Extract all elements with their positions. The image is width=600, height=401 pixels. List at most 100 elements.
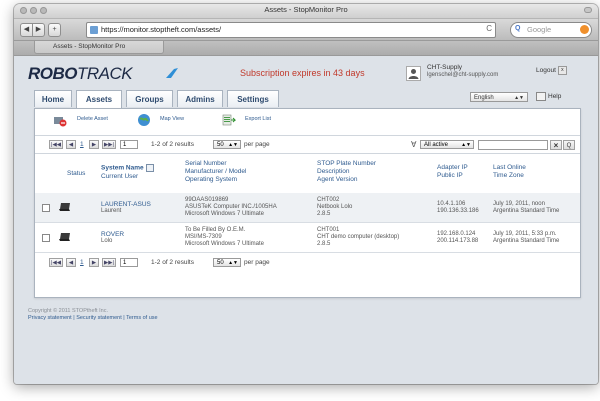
cell-serial: To Be Filled By O.E.M. MSI/MS-7309 Micro… bbox=[185, 227, 264, 248]
filter-icon: ∀ bbox=[411, 140, 417, 149]
language-value: English bbox=[474, 95, 494, 101]
last-online: July 19, 2011, noon bbox=[493, 201, 545, 207]
address-bar[interactable]: https://monitor.stoptheft.com/assets/ C bbox=[86, 22, 496, 38]
system-name-link[interactable]: ROVER bbox=[101, 231, 124, 238]
map-view-button[interactable]: Map View bbox=[160, 116, 184, 122]
status-filter-select[interactable]: All active ▲▼ bbox=[420, 140, 474, 149]
tab-settings[interactable]: Settings bbox=[227, 90, 279, 107]
column-status[interactable]: Status bbox=[67, 170, 85, 178]
per-page-label: per page bbox=[244, 259, 270, 266]
firefox-icon[interactable] bbox=[580, 25, 589, 34]
per-page-select[interactable]: 50 ▲▼ bbox=[213, 258, 241, 267]
toolbar-toggle-button[interactable] bbox=[584, 7, 592, 13]
prev-page-button[interactable]: ◀ bbox=[66, 140, 76, 149]
agent-version: 2.8.5 bbox=[317, 241, 331, 247]
last-online: July 19, 2011, 5:33 p.m. bbox=[493, 231, 557, 237]
subscription-notice: Subscription expires in 43 days bbox=[240, 68, 365, 78]
row-checkbox[interactable] bbox=[42, 204, 50, 212]
last-page-button[interactable]: ▶▶| bbox=[102, 258, 116, 267]
column-stop-plate[interactable]: STOP Plate Number Description Agent Vers… bbox=[317, 160, 376, 184]
public-ip: 200.114.173.88 bbox=[437, 238, 479, 244]
help-link[interactable]: Help bbox=[536, 92, 561, 101]
help-icon bbox=[536, 92, 546, 101]
delete-asset-button[interactable]: Delete Asset bbox=[77, 116, 108, 122]
window-titlebar: Assets - StopMonitor Pro bbox=[14, 4, 598, 19]
column-model-label: Manufacturer / Model bbox=[185, 168, 247, 175]
page-link-1[interactable]: 1 bbox=[80, 141, 84, 148]
cell-last-online: July 19, 2011, 5:33 p.m. Argentina Stand… bbox=[493, 231, 559, 245]
adapter-ip: 192.168.0.124 bbox=[437, 231, 476, 237]
column-serial[interactable]: Serial Number Manufacturer / Model Opera… bbox=[185, 160, 246, 184]
results-count: 1-2 of 2 results bbox=[151, 141, 194, 148]
browser-tab-assets[interactable]: Assets - StopMonitor Pro bbox=[34, 41, 164, 54]
tab-assets[interactable]: Assets bbox=[76, 90, 122, 108]
footer-copyright: Copyright © 2011 STOPtheft Inc. bbox=[28, 308, 108, 314]
column-last-online[interactable]: Last Online Time Zone bbox=[493, 164, 526, 180]
refresh-icon[interactable]: C bbox=[486, 24, 492, 33]
footer-links[interactable]: Privacy statement | Security statement |… bbox=[28, 315, 158, 321]
clear-filter-button[interactable]: × bbox=[550, 140, 562, 150]
description: Netbook Lolo bbox=[317, 204, 353, 210]
tab-admins[interactable]: Admins bbox=[177, 90, 223, 107]
row-checkbox[interactable] bbox=[42, 234, 50, 242]
tab-home[interactable]: Home bbox=[34, 90, 72, 107]
column-ip[interactable]: Adapter IP Public IP bbox=[437, 164, 468, 180]
chevron-down-icon: ▲▼ bbox=[228, 260, 238, 266]
logo-text-thin: TRACK bbox=[77, 64, 133, 83]
tab-groups[interactable]: Groups bbox=[126, 90, 173, 107]
chevron-down-icon: ▲▼ bbox=[461, 142, 471, 148]
export-list-icon[interactable] bbox=[222, 113, 236, 127]
first-page-button[interactable]: |◀◀ bbox=[49, 258, 63, 267]
filter-search-input[interactable] bbox=[478, 140, 548, 150]
column-system-name-label: System Name bbox=[101, 164, 144, 172]
laptop-icon bbox=[59, 203, 70, 211]
table-row[interactable]: LAURENT-ASUS Laurent 99OAAS019869 ASUSTe… bbox=[35, 193, 580, 223]
manufacturer-model: MSI/MS-7309 bbox=[185, 234, 222, 240]
table-row[interactable]: ROVER Lolo To Be Filled By O.E.M. MSI/MS… bbox=[35, 223, 580, 253]
per-page-value: 50 bbox=[217, 260, 224, 266]
language-select[interactable]: English ▲▼ bbox=[470, 92, 528, 102]
column-plate-label: STOP Plate Number bbox=[317, 160, 377, 167]
system-name-link[interactable]: LAURENT-ASUS bbox=[101, 201, 151, 208]
page-content: ROBOTRACK Subscription expires in 43 day… bbox=[14, 56, 598, 384]
per-page-value: 50 bbox=[217, 142, 224, 148]
search-button[interactable]: Q bbox=[563, 140, 575, 150]
site-favicon-icon bbox=[90, 26, 98, 34]
browser-search-input[interactable]: Q Google bbox=[510, 22, 592, 38]
prev-page-button[interactable]: ◀ bbox=[66, 258, 76, 267]
cell-serial: 99OAAS019869 ASUSTeK Computer INC./1005H… bbox=[185, 197, 277, 218]
column-os-label: Operating System bbox=[185, 176, 238, 183]
cell-system-name: LAURENT-ASUS Laurent bbox=[101, 201, 151, 215]
first-page-button[interactable]: |◀◀ bbox=[49, 140, 63, 149]
page-link-1[interactable]: 1 bbox=[80, 259, 84, 266]
delete-asset-icon[interactable] bbox=[53, 113, 67, 127]
column-adapter-ip-label: Adapter IP bbox=[437, 164, 468, 171]
forward-button[interactable]: ▶ bbox=[32, 23, 45, 37]
next-page-button[interactable]: ▶ bbox=[89, 258, 99, 267]
add-bookmark-button[interactable]: + bbox=[48, 23, 61, 37]
url-text: https://monitor.stoptheft.com/assets/ bbox=[101, 25, 222, 34]
user-name: CHT-Supply bbox=[427, 64, 463, 71]
next-page-button[interactable]: ▶ bbox=[89, 140, 99, 149]
globe-icon[interactable] bbox=[137, 113, 151, 127]
last-page-button[interactable]: ▶▶| bbox=[102, 140, 116, 149]
chevron-down-icon: ▲▼ bbox=[514, 95, 524, 101]
per-page-select[interactable]: 50 ▲▼ bbox=[213, 140, 241, 149]
export-list-button[interactable]: Export List bbox=[245, 116, 271, 122]
column-serial-label: Serial Number bbox=[185, 160, 227, 167]
operating-system: Microsoft Windows 7 Ultimate bbox=[185, 241, 265, 247]
column-system-name[interactable]: System Name Current User bbox=[101, 164, 154, 181]
logout-label: Logout bbox=[536, 67, 556, 75]
sort-icon bbox=[145, 164, 154, 172]
current-user: Laurent bbox=[101, 208, 122, 214]
page-number-input[interactable]: 1 bbox=[120, 258, 138, 267]
description: CHT demo computer (desktop) bbox=[317, 234, 400, 240]
column-public-ip-label: Public IP bbox=[437, 172, 463, 179]
serial-number: To Be Filled By O.E.M. bbox=[185, 227, 246, 233]
column-agent-version-label: Agent Version bbox=[317, 176, 358, 183]
logo-swoosh-icon bbox=[166, 68, 178, 78]
page-number-input[interactable]: 1 bbox=[120, 140, 138, 149]
robotrack-logo: ROBOTRACK bbox=[28, 64, 133, 84]
per-page-label: per page bbox=[244, 141, 270, 148]
logout-link[interactable]: Logout x bbox=[536, 66, 567, 75]
